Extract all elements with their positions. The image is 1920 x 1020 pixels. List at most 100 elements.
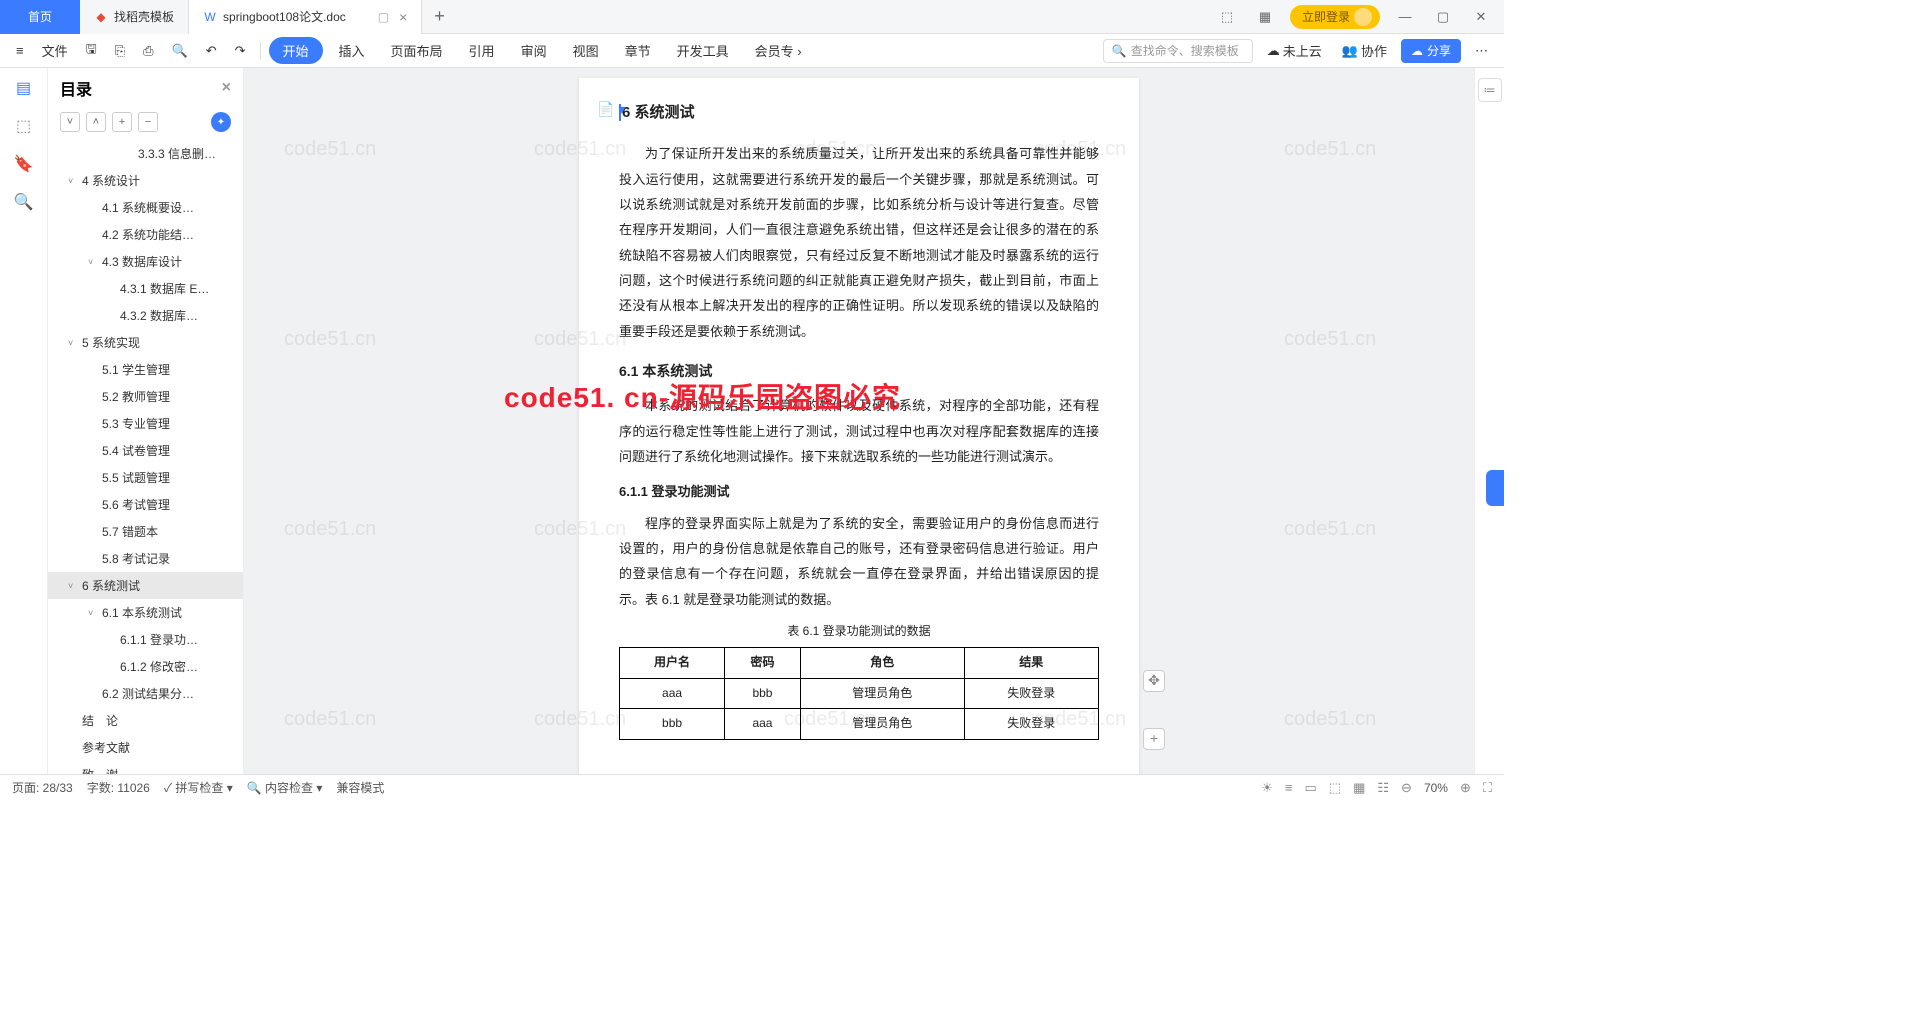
tab-home[interactable]: 首页 <box>0 0 80 34</box>
menu-review[interactable]: 审阅 <box>511 37 557 64</box>
toc-header: 目录 × <box>48 68 243 108</box>
minimize-icon[interactable]: — <box>1392 4 1418 30</box>
menu-vip[interactable]: 会员专 › <box>745 37 812 64</box>
nav-icon[interactable]: ⬚ <box>14 116 34 136</box>
new-tab-button[interactable]: + <box>422 6 457 27</box>
toc-item[interactable]: 致 谢 <box>48 761 243 774</box>
reading-icon[interactable]: ▭ <box>1305 780 1317 796</box>
toc-item[interactable]: 5.3 专业管理 <box>48 410 243 437</box>
fullscreen-icon[interactable]: ⛶ <box>1483 780 1492 796</box>
file-menu[interactable]: 文件 <box>36 37 74 64</box>
word-icon: W <box>203 10 217 24</box>
menu-section[interactable]: 章节 <box>615 37 661 64</box>
toc-title: 目录 <box>60 76 92 100</box>
tab-document[interactable]: W springboot108论文.doc ▢ × <box>189 0 422 34</box>
toc-item[interactable]: 5.1 学生管理 <box>48 356 243 383</box>
toc-item[interactable]: 5.5 试题管理 <box>48 464 243 491</box>
page-view-icon[interactable]: ⬚ <box>1329 780 1341 796</box>
web-view-icon[interactable]: ▦ <box>1353 780 1365 796</box>
toc-item[interactable]: 5.6 考试管理 <box>48 491 243 518</box>
grid-icon[interactable]: ▦ <box>1252 4 1278 30</box>
expand-all-icon[interactable]: ˄ <box>86 112 106 132</box>
paragraph: 为了保证所开发出来的系统质量过关，让所开发出来的系统具备可靠性并能够投入运行使用… <box>619 141 1099 344</box>
toc-list[interactable]: 3.3.3 信息删…˅4 系统设计4.1 系统概要设…4.2 系统功能结…˅4.… <box>48 136 243 774</box>
toc-item[interactable]: 6.1.1 登录功… <box>48 626 243 653</box>
left-rail: ▤ ⬚ 🔖 🔍 <box>0 68 48 774</box>
print-icon[interactable]: ⎙ <box>137 39 159 63</box>
compat-mode[interactable]: 兼容模式 <box>336 779 384 796</box>
zoom-out-icon[interactable]: ⊖ <box>1401 780 1412 796</box>
zoom-level[interactable]: 70% <box>1424 781 1448 795</box>
document-page: 📄 ▾ 6 系统测试 为了保证所开发出来的系统质量过关，让所开发出来的系统具备可… <box>579 78 1139 774</box>
toc-item[interactable]: 4.3.1 数据库 E… <box>48 275 243 302</box>
login-button[interactable]: 立即登录 <box>1290 5 1380 29</box>
share-button[interactable]: ☁ 分享 <box>1401 39 1461 63</box>
toc-item[interactable]: 4.3.2 数据库… <box>48 302 243 329</box>
toc-item[interactable]: 3.3.3 信息删… <box>48 140 243 167</box>
save-as-icon[interactable]: ⎘ <box>109 39 131 63</box>
toc-item[interactable]: ˅5 系统实现 <box>48 329 243 356</box>
toc-item[interactable]: 5.2 教师管理 <box>48 383 243 410</box>
panel-toggle-icon[interactable]: ≔ <box>1478 78 1502 102</box>
contentcheck-button[interactable]: 🔍 内容检查 ▾ <box>247 779 323 796</box>
move-handle-icon[interactable]: ✥ <box>1143 670 1165 692</box>
remove-icon[interactable]: − <box>138 112 158 132</box>
maximize-icon[interactable]: ▢ <box>1430 4 1456 30</box>
page-marker-icon: 📄 ▾ <box>597 96 625 123</box>
outline-view-icon[interactable]: ☷ <box>1377 780 1389 796</box>
toc-item[interactable]: 结 论 <box>48 707 243 734</box>
command-search[interactable]: 🔍查找命令、搜索模板 <box>1103 39 1253 63</box>
status-bar: 页面: 28/33 字数: 11026 ✓ 拼写检查 ▾ 🔍 内容检查 ▾ 兼容… <box>0 774 1504 800</box>
menu-start[interactable]: 开始 <box>269 37 323 64</box>
toc-item[interactable]: 5.8 考试记录 <box>48 545 243 572</box>
collapse-all-icon[interactable]: ˅ <box>60 112 80 132</box>
document-viewport[interactable]: 📄 ▾ 6 系统测试 为了保证所开发出来的系统质量过关，让所开发出来的系统具备可… <box>244 68 1474 774</box>
brightness-icon[interactable]: ☀ <box>1261 780 1273 796</box>
close-window-icon[interactable]: ✕ <box>1468 4 1494 30</box>
toc-item[interactable]: 5.4 试卷管理 <box>48 437 243 464</box>
add-row-icon[interactable]: + <box>1143 728 1165 750</box>
view-mode-icon[interactable]: ≡ <box>1285 780 1293 795</box>
tab-label: springboot108论文.doc <box>223 8 346 25</box>
toc-item[interactable]: ˅4.3 数据库设计 <box>48 248 243 275</box>
menu-pagelayout[interactable]: 页面布局 <box>381 37 453 64</box>
close-icon[interactable]: × <box>222 79 231 97</box>
add-icon[interactable]: + <box>112 112 132 132</box>
toc-item[interactable]: 4.2 系统功能结… <box>48 221 243 248</box>
word-count[interactable]: 字数: 11026 <box>87 779 150 796</box>
tab-split-icon[interactable]: ▢ <box>378 10 389 24</box>
cloud-button[interactable]: ☁ 未上云 <box>1261 37 1328 64</box>
layout-icon[interactable]: ⬚ <box>1214 4 1240 30</box>
menu-view[interactable]: 视图 <box>563 37 609 64</box>
toc-item[interactable]: 6.2 测试结果分… <box>48 680 243 707</box>
toc-item[interactable]: 5.7 错题本 <box>48 518 243 545</box>
toc-item[interactable]: ˅6 系统测试 <box>48 572 243 599</box>
toc-item[interactable]: ˅4 系统设计 <box>48 167 243 194</box>
undo-icon[interactable]: ↶ <box>200 39 223 63</box>
tab-template[interactable]: ◆ 找稻壳模板 <box>80 0 189 34</box>
search-placeholder: 查找命令、搜索模板 <box>1131 42 1239 59</box>
tab-bar: 首页 ◆ 找稻壳模板 W springboot108论文.doc ▢ × + ⬚… <box>0 0 1504 34</box>
outline-icon[interactable]: ▤ <box>14 78 34 98</box>
side-drawer-handle[interactable] <box>1486 470 1504 506</box>
menu-reference[interactable]: 引用 <box>459 37 505 64</box>
menu-icon[interactable]: ≡ <box>10 39 30 62</box>
close-icon[interactable]: × <box>399 9 407 25</box>
toc-item[interactable]: 参考文献 <box>48 734 243 761</box>
collab-button[interactable]: 👥 协作 <box>1336 37 1393 64</box>
page-indicator[interactable]: 页面: 28/33 <box>12 779 73 796</box>
more-icon[interactable]: ⋯ <box>1469 39 1494 63</box>
bookmark-icon[interactable]: 🔖 <box>14 154 34 174</box>
save-icon[interactable]: 🖫 <box>80 36 103 66</box>
toc-item[interactable]: 4.1 系统概要设… <box>48 194 243 221</box>
redo-icon[interactable]: ↷ <box>229 39 252 63</box>
menu-insert[interactable]: 插入 <box>329 37 375 64</box>
menu-devtools[interactable]: 开发工具 <box>667 37 739 64</box>
toc-item[interactable]: 6.1.2 修改密… <box>48 653 243 680</box>
toc-item[interactable]: ˅6.1 本系统测试 <box>48 599 243 626</box>
ai-icon[interactable]: ✦ <box>211 112 231 132</box>
search-rail-icon[interactable]: 🔍 <box>14 192 34 212</box>
spellcheck-button[interactable]: ✓ 拼写检查 ▾ <box>164 779 233 796</box>
zoom-in-icon[interactable]: ⊕ <box>1460 780 1471 796</box>
preview-icon[interactable]: 🔍 <box>166 39 194 63</box>
